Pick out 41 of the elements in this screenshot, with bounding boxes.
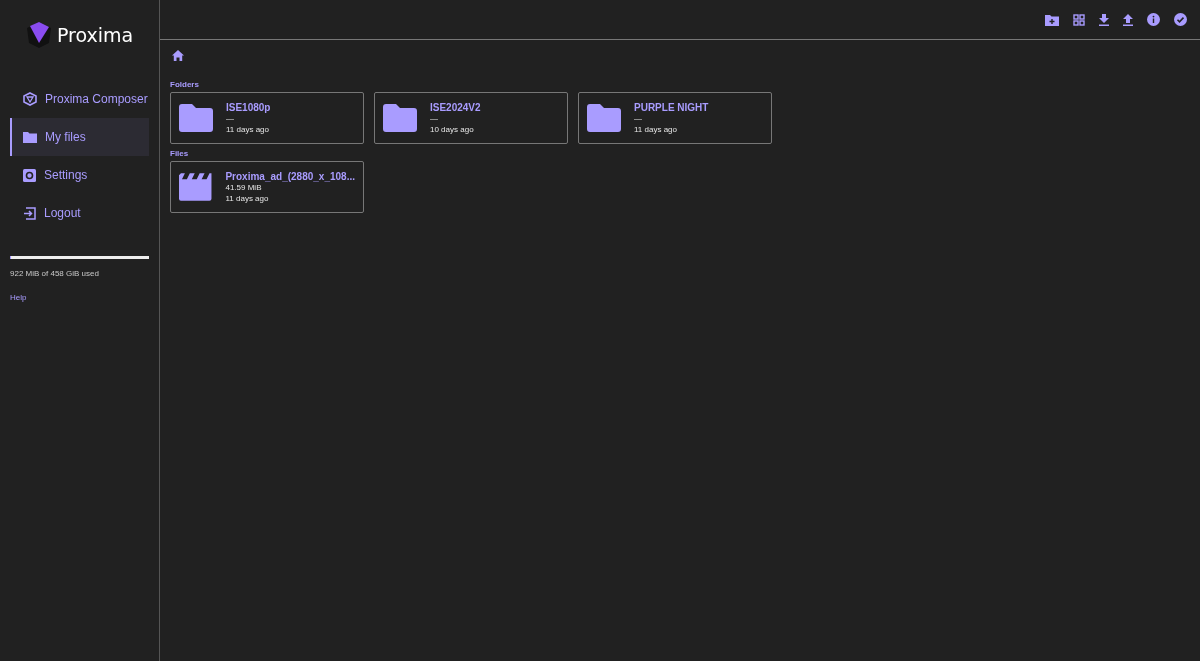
section-title: Files: [170, 149, 190, 158]
item-name: ISE2024V2: [430, 101, 481, 113]
item-name: ISE1080p: [226, 101, 271, 113]
home-icon[interactable]: [172, 50, 184, 61]
logo-icon: [25, 21, 53, 49]
logout-icon: [23, 206, 36, 220]
storage-usage: 922 MiB of 458 GiB used: [10, 269, 100, 278]
folder-card[interactable]: PURPLE NIGHT — 11 days ago: [578, 92, 772, 144]
sidebar-item[interactable]: Proxima Composer: [10, 80, 149, 118]
item-size: 41.59 MiB: [225, 182, 263, 193]
sidebar-item[interactable]: Settings: [10, 156, 149, 194]
section-title: Folders: [170, 80, 200, 89]
item-size: —: [430, 112, 439, 124]
folder-card[interactable]: ISE2024V2 — 10 days ago: [374, 92, 568, 144]
folder-icon: [587, 104, 621, 132]
download-icon[interactable]: [1099, 13, 1109, 26]
folder-icon: [383, 104, 417, 132]
upload-icon[interactable]: [1123, 13, 1133, 26]
item-modified: 11 days ago: [226, 123, 270, 135]
new-folder-icon[interactable]: [1045, 13, 1059, 26]
info-icon[interactable]: [1147, 13, 1160, 26]
item-size: —: [634, 112, 643, 124]
folder-icon: [179, 104, 213, 132]
item-size: —: [226, 113, 235, 124]
item-name: PURPLE NIGHT: [634, 101, 709, 113]
cube-icon: [23, 92, 37, 106]
folder-card[interactable]: ISE1080p — 11 days ago: [170, 92, 364, 144]
item-name: Proxima_ad_(2880_x_108...: [225, 170, 355, 182]
sidebar-item[interactable]: Logout: [10, 194, 149, 232]
settings-icon: [23, 168, 36, 182]
brand-name: Proxima: [57, 24, 134, 46]
grid-icon[interactable]: [1073, 13, 1085, 26]
item-modified: 10 days ago: [430, 123, 475, 135]
help-link[interactable]: Help: [10, 293, 27, 302]
item-modified: 11 days ago: [225, 192, 270, 204]
check-circle-icon[interactable]: [1174, 13, 1187, 26]
clapperboard-icon: [179, 173, 213, 201]
folder-icon: [23, 131, 37, 143]
file-card[interactable]: Proxima_ad_(2880_x_108... 41.59 MiB 11 days ago: [170, 161, 364, 213]
item-modified: 11 days ago: [634, 123, 678, 135]
sidebar-item[interactable]: My files: [10, 118, 149, 156]
